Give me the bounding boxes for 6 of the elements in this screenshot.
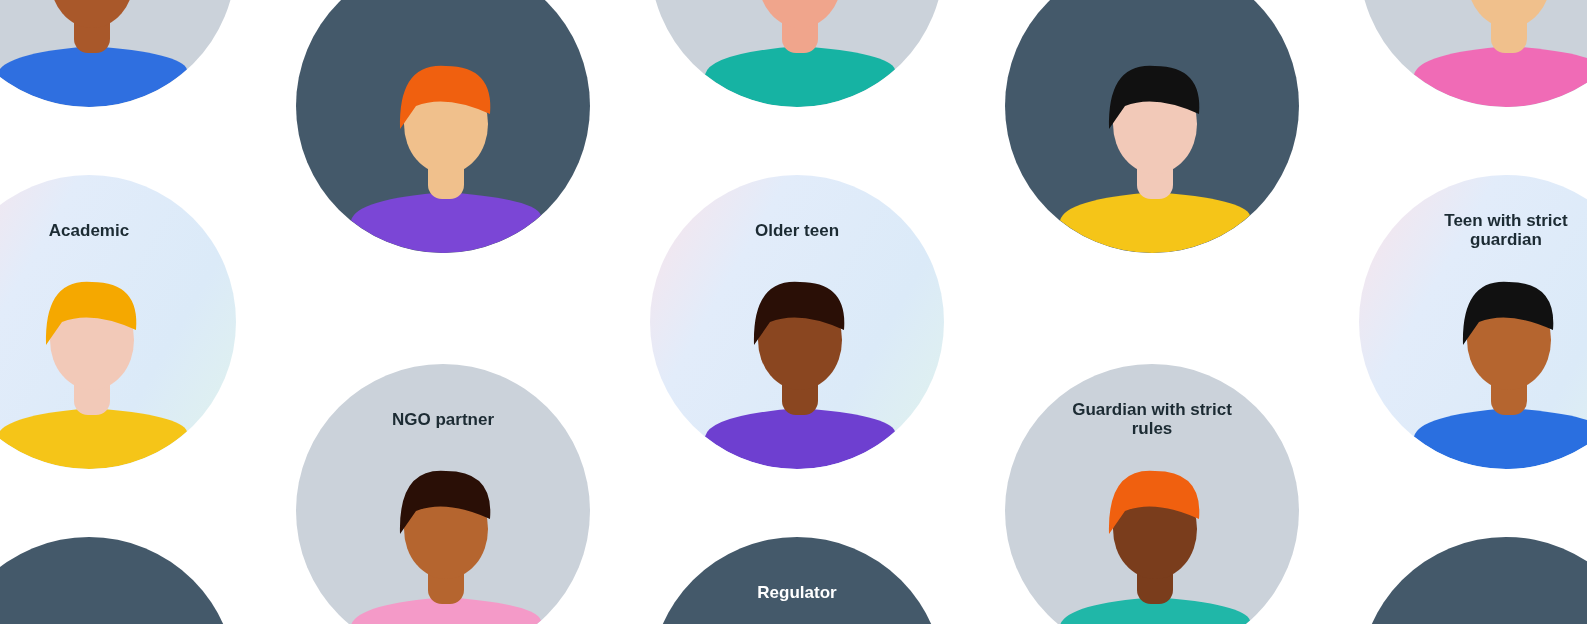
avatar-label: Guardian with strict rules bbox=[1071, 400, 1233, 438]
avatar-label: Teen with strict guardian bbox=[1443, 211, 1569, 249]
avatar-label: Academic bbox=[47, 221, 131, 240]
avatar-label: Regulator bbox=[756, 583, 838, 602]
avatar-label: Older teen bbox=[753, 221, 841, 240]
avatar-label: NGO partner bbox=[391, 410, 495, 429]
